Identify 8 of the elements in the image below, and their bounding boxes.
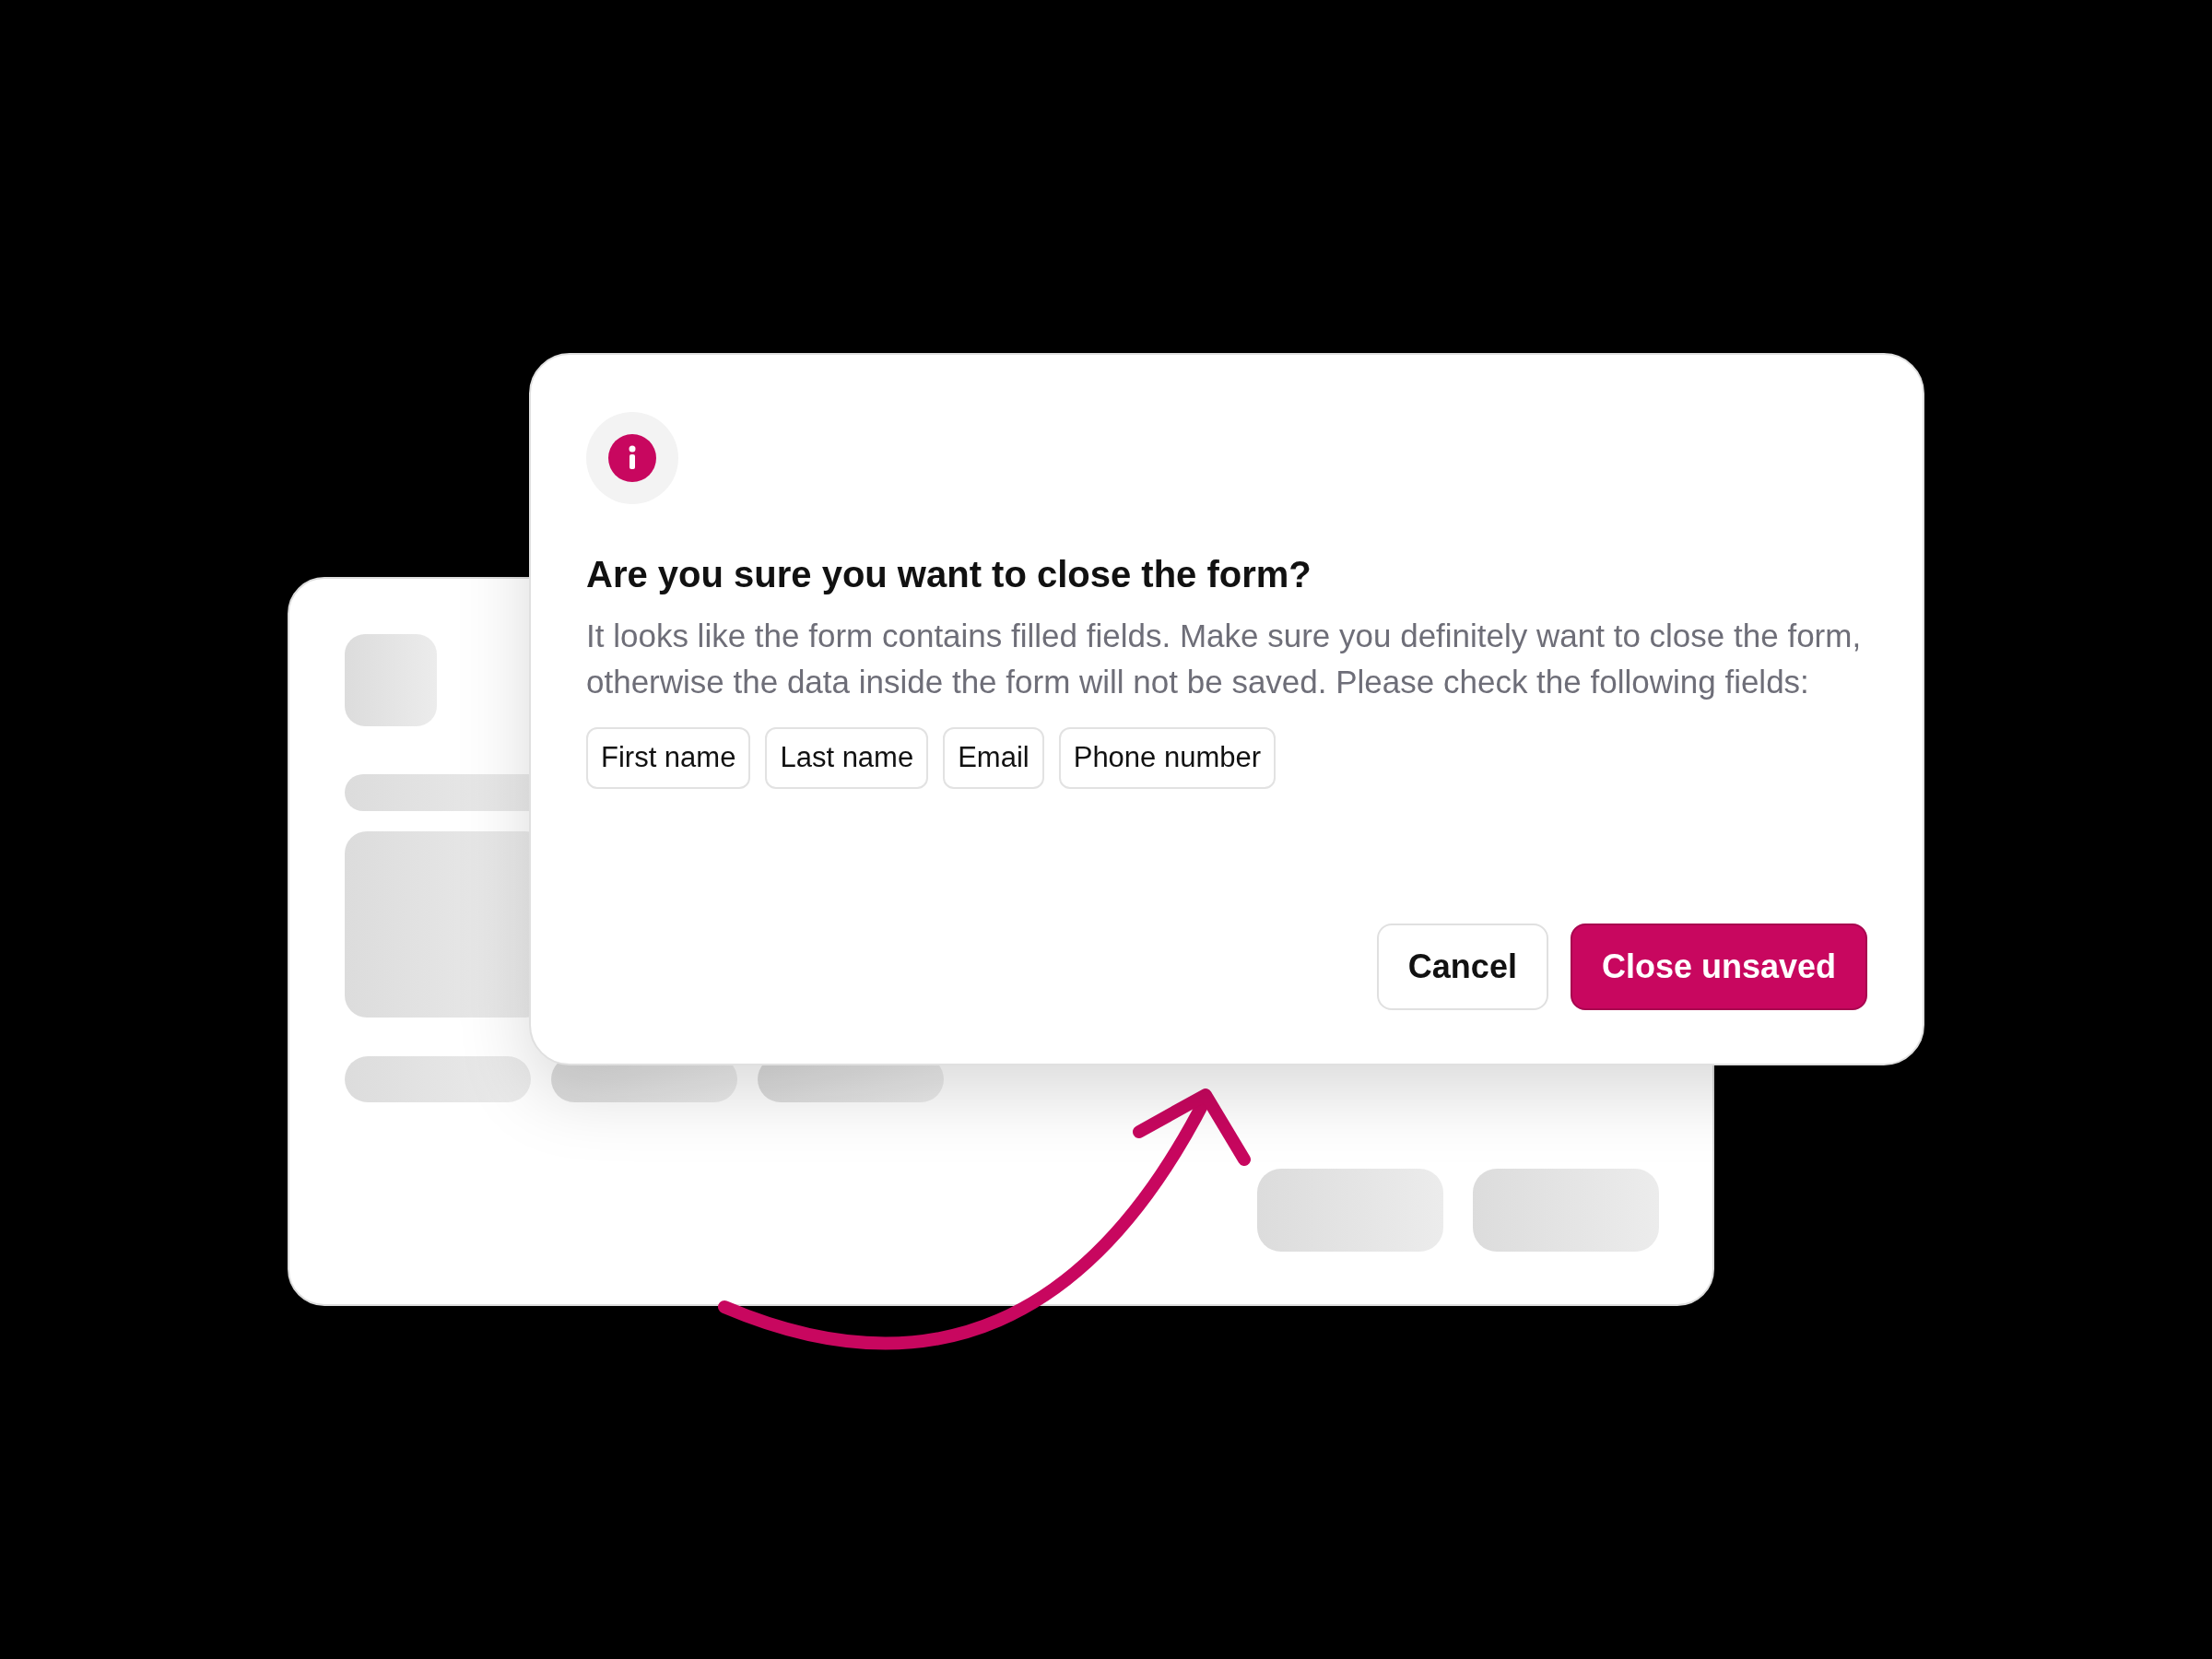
close-unsaved-button[interactable]: Close unsaved [1570,924,1867,1010]
field-tag: Last name [765,727,929,789]
cancel-button[interactable]: Cancel [1376,924,1548,1010]
dialog-message: It looks like the form contains filled fields. Make sure you definitely want to close the form, otherwise the data inside the form will not be saved. Please check the following fields: [586,617,1863,701]
dialog-title: Are you sure you want to close the form? [586,553,1312,596]
field-tag: First name [586,727,751,789]
field-tag: Email [943,727,1044,789]
field-tag: Phone number [1058,727,1277,789]
